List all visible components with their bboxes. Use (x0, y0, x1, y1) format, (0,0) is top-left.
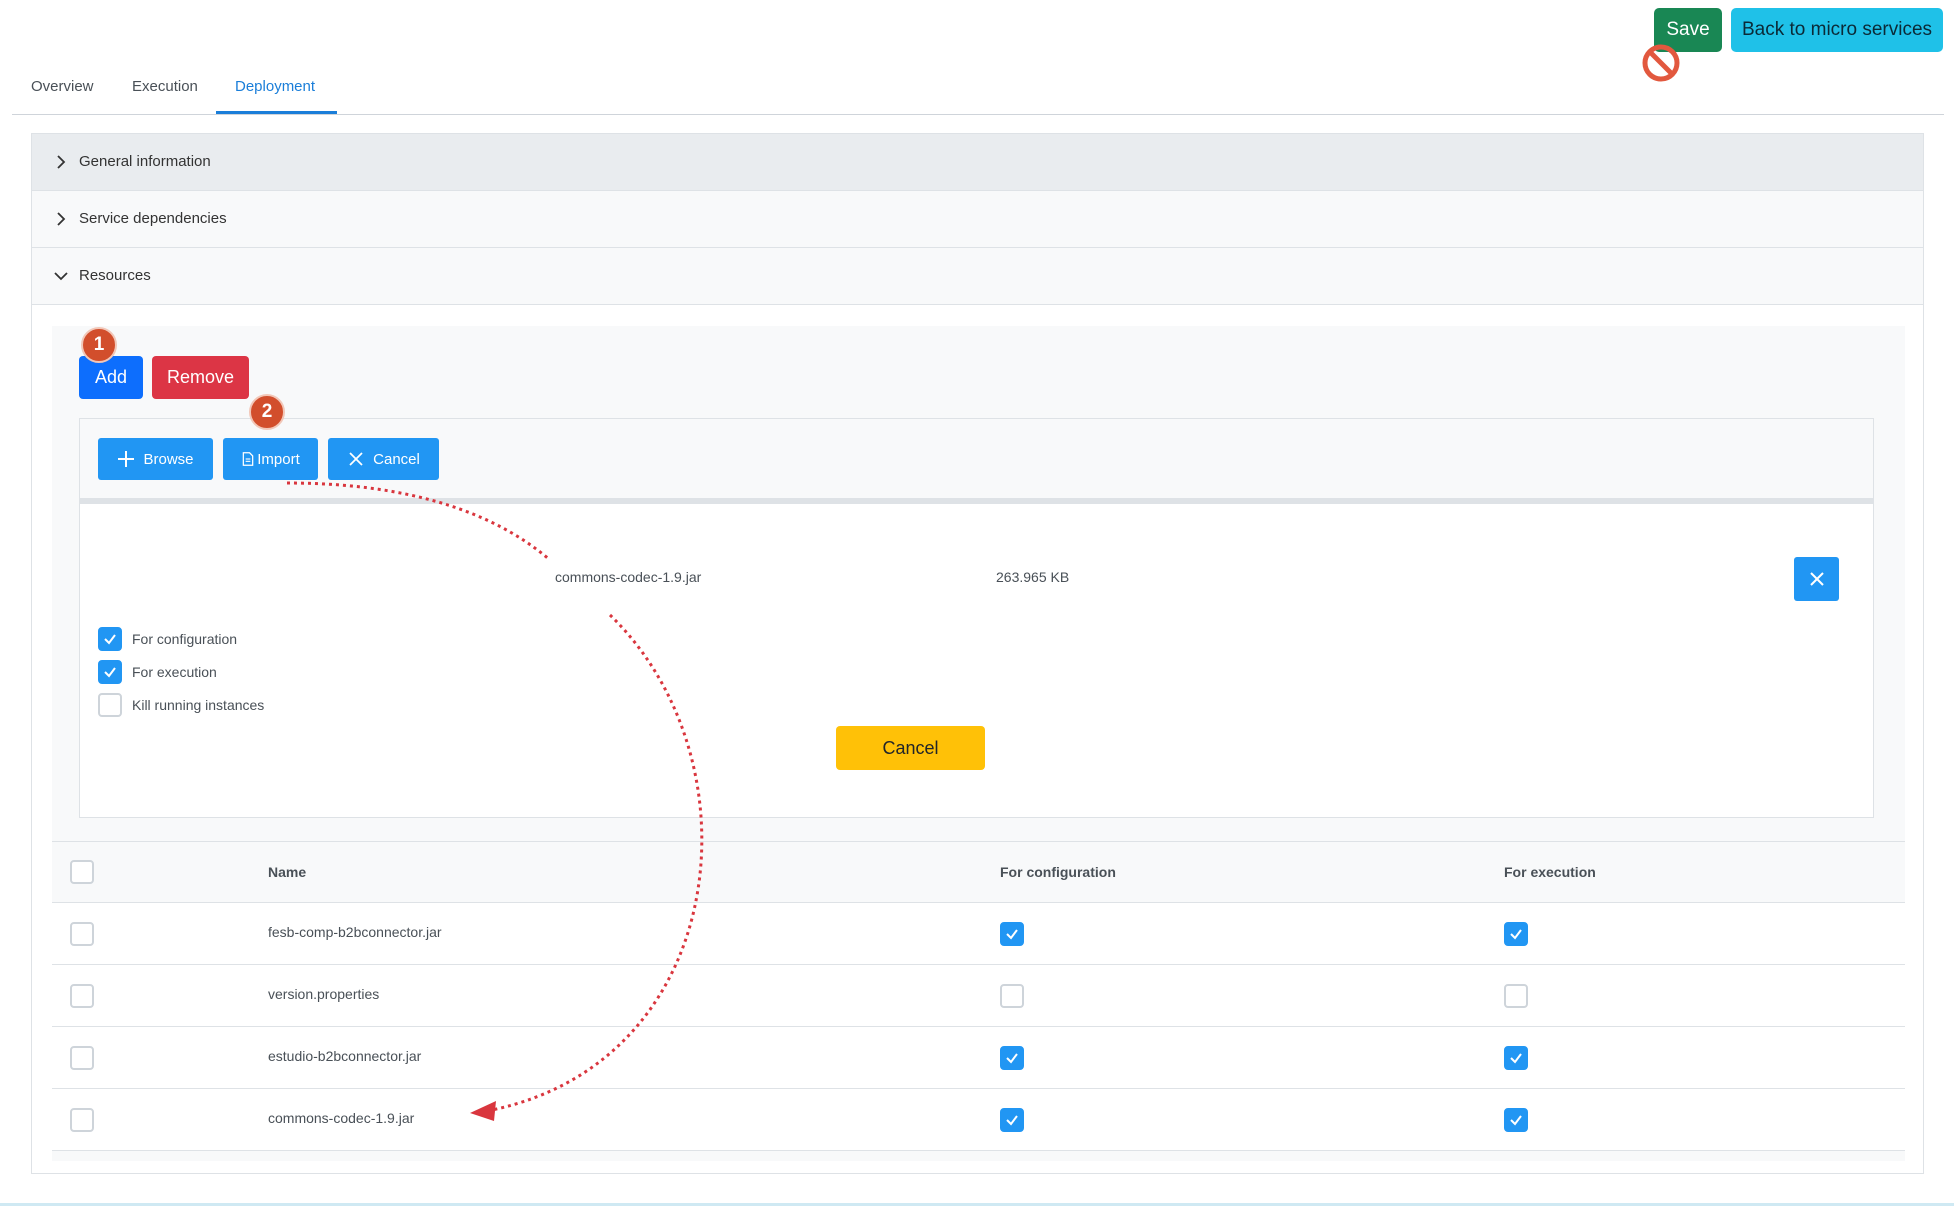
chevron-right-icon (57, 155, 66, 169)
check-icon (1510, 929, 1522, 940)
check-icon (1006, 1053, 1018, 1064)
for-configuration-checkbox[interactable] (98, 627, 122, 651)
check-icon (1510, 1053, 1522, 1064)
active-tab-indicator (216, 111, 337, 114)
row-for-configuration-checkbox[interactable] (1000, 1046, 1024, 1070)
add-button[interactable]: Add (79, 356, 143, 399)
accordion-service-dependencies[interactable]: Service dependencies (32, 191, 1923, 248)
select-all-checkbox[interactable] (70, 860, 94, 884)
back-to-micro-services-button[interactable]: Back to micro services (1731, 8, 1943, 52)
column-header-for-configuration: For configuration (1000, 864, 1116, 880)
table-header: Name For configuration For execution (52, 841, 1905, 903)
footer-divider (0, 1203, 1954, 1206)
accordion-resources[interactable]: Resources (32, 248, 1923, 305)
check-icon (1006, 1115, 1018, 1126)
browse-button[interactable]: Browse (98, 438, 213, 480)
accordion-label: Resources (79, 267, 151, 284)
resource-name: version.properties (268, 986, 380, 1002)
tab-overview[interactable]: Overview (31, 78, 94, 95)
row-for-configuration-checkbox[interactable] (1000, 984, 1024, 1008)
table-row: version.properties (52, 965, 1905, 1027)
cancel-label: Cancel (373, 450, 420, 468)
table-row: fesb-comp-b2bconnector.jar (52, 903, 1905, 965)
resource-name: estudio-b2bconnector.jar (268, 1048, 422, 1064)
resources-body: Add Remove 1 Browse Import Cancel common… (52, 326, 1905, 1161)
accordion-general-information[interactable]: General information (32, 134, 1923, 191)
deployment-panel: General information Service dependencies… (31, 133, 1924, 1174)
row-for-execution-checkbox[interactable] (1504, 1108, 1528, 1132)
remove-file-button[interactable] (1794, 557, 1839, 601)
import-button[interactable]: Import (223, 438, 318, 480)
import-label: Import (257, 450, 300, 468)
cancel-button[interactable]: Cancel (836, 726, 985, 770)
row-for-execution-checkbox[interactable] (1504, 922, 1528, 946)
kill-running-instances-checkbox[interactable] (98, 693, 122, 717)
step-badge-1: 1 (81, 327, 117, 363)
table-row: estudio-b2bconnector.jar (52, 1027, 1905, 1089)
row-for-execution-checkbox[interactable] (1504, 984, 1528, 1008)
chevron-right-icon (57, 212, 66, 226)
row-for-execution-checkbox[interactable] (1504, 1046, 1528, 1070)
row-select-checkbox[interactable] (70, 1046, 94, 1070)
step-badge-2: 2 (249, 394, 285, 430)
file-upload: Browse Import Cancel commons-codec-1.9.j… (79, 418, 1874, 818)
tab-deployment[interactable]: Deployment (235, 78, 315, 95)
option-label: For configuration (132, 631, 238, 647)
check-icon (1510, 1115, 1522, 1126)
row-select-checkbox[interactable] (70, 922, 94, 946)
file-icon (242, 452, 254, 466)
row-for-configuration-checkbox[interactable] (1000, 922, 1024, 946)
option-label: For execution (132, 664, 217, 680)
tab-bar: Overview Execution Deployment (12, 64, 1944, 115)
option-label: Kill running instances (132, 697, 265, 713)
accordion-label: General information (79, 153, 211, 170)
tab-execution[interactable]: Execution (132, 78, 198, 95)
column-header-name: Name (268, 864, 307, 880)
check-icon (1006, 929, 1018, 940)
for-execution-checkbox[interactable] (98, 660, 122, 684)
browse-label: Browse (143, 450, 194, 468)
close-icon (1809, 572, 1824, 586)
plus-icon (118, 451, 135, 467)
upload-toolbar: Browse Import Cancel (80, 419, 1873, 504)
row-select-checkbox[interactable] (70, 1108, 94, 1132)
selected-file-name: commons-codec-1.9.jar (555, 569, 702, 585)
cancel-upload-button[interactable]: Cancel (328, 438, 439, 480)
column-header-for-execution: For execution (1504, 864, 1596, 880)
resource-name: commons-codec-1.9.jar (268, 1110, 415, 1126)
resource-name: fesb-comp-b2bconnector.jar (268, 924, 442, 940)
row-for-configuration-checkbox[interactable] (1000, 1108, 1024, 1132)
check-icon (104, 667, 116, 678)
table-row: commons-codec-1.9.jar (52, 1089, 1905, 1151)
accordion-label: Service dependencies (79, 210, 227, 227)
selected-file-size: 263.965 KB (996, 569, 1070, 585)
remove-button[interactable]: Remove (152, 356, 249, 399)
chevron-down-icon (54, 272, 68, 281)
check-icon (104, 634, 116, 645)
row-select-checkbox[interactable] (70, 984, 94, 1008)
close-icon (349, 452, 363, 466)
